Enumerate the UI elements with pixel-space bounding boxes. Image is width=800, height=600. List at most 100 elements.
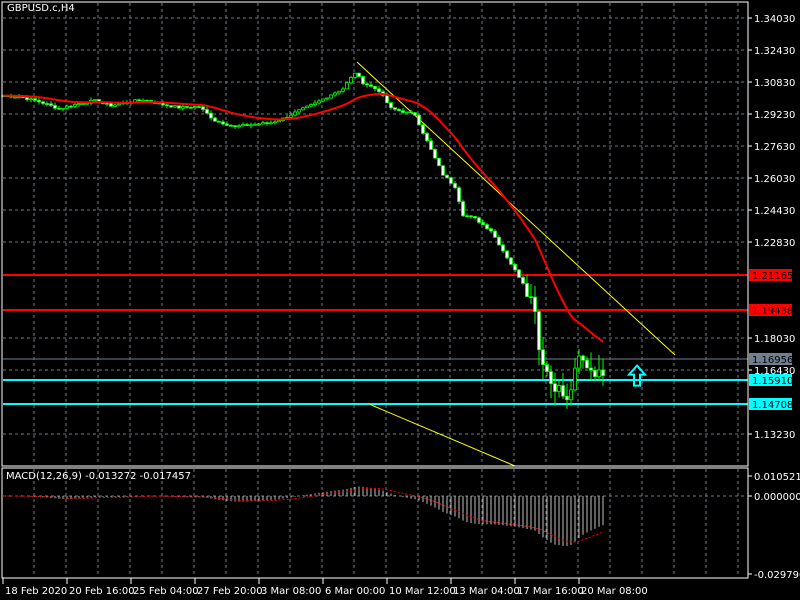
candle[interactable] [205, 106, 209, 115]
candle[interactable] [169, 105, 173, 109]
candle[interactable] [457, 186, 461, 205]
candle[interactable] [49, 100, 53, 108]
candle[interactable] [305, 105, 309, 109]
candle[interactable] [429, 137, 433, 150]
candle[interactable] [537, 310, 541, 366]
candle[interactable] [105, 102, 109, 107]
candle[interactable] [213, 116, 217, 122]
candle[interactable] [345, 82, 349, 90]
candle[interactable] [141, 98, 145, 102]
candle[interactable] [193, 105, 197, 110]
candle[interactable] [53, 102, 57, 111]
candle[interactable] [237, 123, 241, 129]
candle[interactable] [565, 383, 569, 409]
candle[interactable] [589, 352, 593, 381]
candle[interactable] [229, 124, 233, 127]
candle[interactable] [477, 216, 481, 224]
candle[interactable] [581, 354, 585, 369]
candle[interactable] [401, 107, 405, 115]
candle[interactable] [189, 106, 193, 109]
candle[interactable] [41, 100, 45, 106]
candle[interactable] [209, 110, 213, 121]
candle[interactable] [493, 229, 497, 238]
candle[interactable] [273, 120, 277, 125]
candle[interactable] [553, 372, 557, 406]
candle[interactable] [441, 164, 445, 176]
candle[interactable] [533, 285, 537, 324]
trendline[interactable] [369, 403, 516, 467]
candle[interactable] [329, 94, 333, 99]
candle[interactable] [497, 235, 501, 246]
candle[interactable] [45, 101, 49, 107]
candle[interactable] [269, 120, 273, 125]
candle[interactable] [245, 122, 249, 126]
candle[interactable] [489, 228, 493, 234]
trendline[interactable] [356, 61, 676, 356]
candle[interactable] [217, 120, 221, 123]
price-chart[interactable]: 1.34030 1.32430 1.30830 1.29230 1.27630 1.260… [0, 0, 800, 600]
candle[interactable] [69, 105, 73, 109]
candle[interactable] [397, 108, 401, 112]
candle[interactable] [433, 148, 437, 159]
candle[interactable] [113, 103, 117, 107]
candle[interactable] [529, 284, 533, 304]
candle[interactable] [177, 105, 181, 109]
candle[interactable] [561, 372, 565, 399]
candle[interactable] [569, 380, 573, 406]
candle[interactable] [37, 97, 41, 105]
candle[interactable] [265, 121, 269, 126]
candle[interactable] [341, 86, 345, 93]
candle[interactable] [413, 111, 417, 116]
candle[interactable] [233, 125, 237, 129]
candle[interactable] [513, 263, 517, 273]
candle[interactable] [165, 103, 169, 109]
candle[interactable] [181, 104, 185, 111]
candle[interactable] [601, 358, 605, 386]
candle[interactable] [485, 223, 489, 230]
candle[interactable] [461, 199, 465, 217]
candle[interactable] [353, 72, 357, 80]
candle[interactable] [573, 358, 577, 392]
candle[interactable] [173, 105, 177, 109]
candle[interactable] [313, 100, 317, 107]
candle[interactable] [57, 105, 61, 110]
candle[interactable] [309, 103, 313, 108]
candle[interactable] [465, 213, 469, 218]
candle[interactable] [261, 120, 265, 125]
candle[interactable] [249, 122, 253, 129]
candle[interactable] [373, 85, 377, 92]
candle[interactable] [473, 215, 477, 220]
candle[interactable] [417, 114, 421, 126]
candle[interactable] [509, 257, 513, 265]
candle[interactable] [365, 81, 369, 88]
candle[interactable] [293, 109, 297, 117]
candle[interactable] [521, 275, 525, 285]
candle[interactable] [301, 106, 305, 111]
candle[interactable] [505, 250, 509, 260]
candle[interactable] [437, 157, 441, 167]
candle[interactable] [221, 119, 225, 126]
candle[interactable] [393, 107, 397, 112]
candle[interactable] [501, 243, 505, 254]
candle[interactable] [333, 91, 337, 97]
candle[interactable] [357, 72, 361, 77]
candle[interactable] [389, 101, 393, 110]
candle[interactable] [361, 75, 365, 86]
candle[interactable] [317, 99, 321, 105]
candle[interactable] [337, 90, 341, 95]
candle[interactable] [593, 366, 597, 381]
candle[interactable] [585, 356, 589, 369]
candle[interactable] [253, 122, 257, 126]
candle[interactable] [517, 268, 521, 278]
candle[interactable] [469, 215, 473, 219]
candle[interactable] [225, 121, 229, 127]
candle[interactable] [29, 97, 33, 103]
candle[interactable] [369, 82, 373, 87]
candle[interactable] [61, 107, 65, 112]
candle[interactable] [325, 97, 329, 101]
candle[interactable] [453, 180, 457, 190]
candle[interactable] [525, 274, 529, 297]
candle[interactable] [425, 131, 429, 143]
candle[interactable] [377, 85, 381, 95]
candle[interactable] [185, 106, 189, 109]
